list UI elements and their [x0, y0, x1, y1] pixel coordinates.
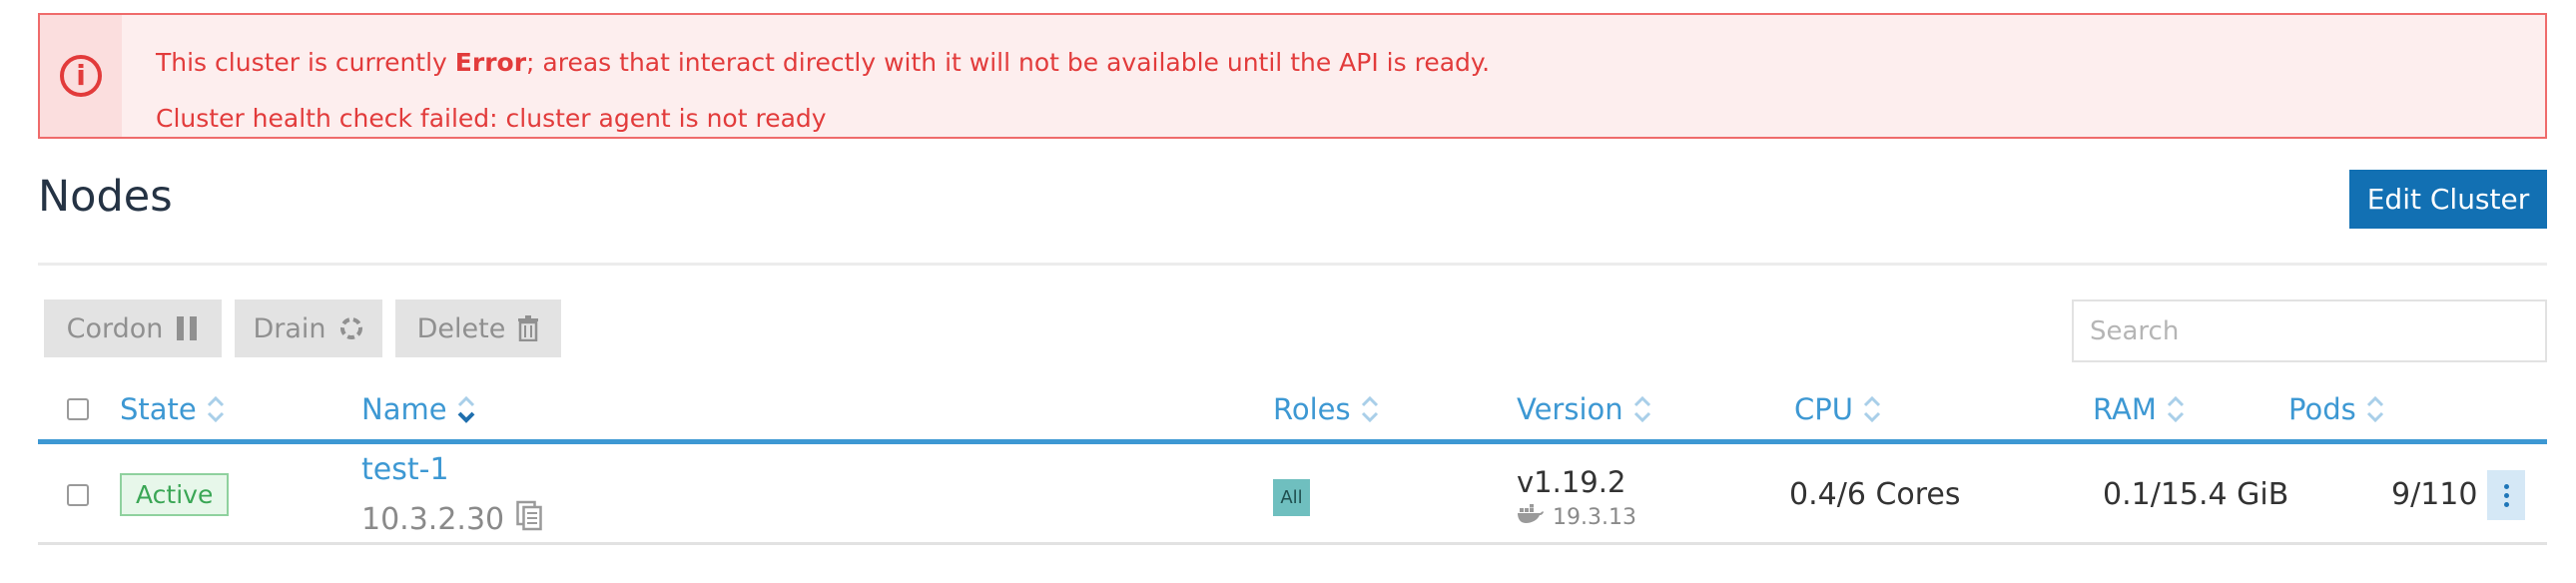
page-title: Nodes [38, 172, 173, 222]
header-divider [38, 263, 2547, 266]
sort-icon [2167, 394, 2185, 424]
column-header-state-label: State [120, 392, 197, 426]
kebab-dot [2503, 492, 2509, 498]
cordon-button[interactable]: Cordon [44, 299, 222, 357]
row-checkbox[interactable] [67, 484, 89, 506]
search-input[interactable] [2072, 299, 2547, 362]
banner-message: This cluster is currently Error; areas t… [122, 15, 1490, 137]
error-banner: i This cluster is currently Error; areas… [38, 13, 2547, 139]
ram-usage: 0.1/15.4 GiB [2103, 477, 2289, 512]
cpu-usage: 0.4/6 Cores [1789, 477, 1961, 512]
sort-icon [2366, 394, 2384, 424]
column-header-state[interactable]: State [120, 389, 225, 429]
trash-icon [517, 315, 539, 341]
cordon-button-label: Cordon [66, 312, 164, 344]
drain-icon [338, 315, 364, 341]
column-header-pods-label: Pods [2288, 392, 2356, 426]
banner-status-state: Error [454, 48, 527, 77]
column-header-name[interactable]: Name [361, 389, 475, 429]
row-divider [38, 542, 2547, 545]
pods-usage: 9/110 [2391, 477, 2478, 512]
sort-icon [1361, 394, 1379, 424]
column-header-version-label: Version [1517, 392, 1623, 426]
kebab-dot [2503, 501, 2509, 507]
delete-button-label: Delete [416, 312, 506, 344]
column-header-roles[interactable]: Roles [1273, 389, 1379, 429]
banner-status-suffix: ; areas that interact directly with it w… [526, 48, 1491, 77]
delete-button[interactable]: Delete [395, 299, 561, 357]
kebab-dot [2503, 483, 2509, 489]
sort-icon [207, 394, 225, 424]
sort-down-icon [457, 394, 475, 424]
banner-status-prefix: This cluster is currently [156, 48, 455, 77]
docker-version: 19.3.13 [1517, 504, 1636, 530]
pause-icon [175, 315, 199, 341]
docker-version-text: 19.3.13 [1553, 504, 1636, 530]
info-circle-icon: i [60, 55, 102, 97]
docker-icon [1517, 504, 1545, 530]
role-badge: All [1273, 479, 1310, 516]
banner-status-line: This cluster is currently Error; areas t… [156, 35, 1490, 91]
drain-button-label: Drain [253, 312, 326, 344]
column-header-version[interactable]: Version [1517, 389, 1651, 429]
select-all-checkbox[interactable] [67, 398, 89, 420]
drain-button[interactable]: Drain [235, 299, 382, 357]
column-header-ram[interactable]: RAM [2093, 389, 2185, 429]
column-header-name-label: Name [361, 392, 447, 426]
banner-icon-box: i [40, 15, 122, 137]
column-header-cpu[interactable]: CPU [1794, 389, 1881, 429]
status-badge: Active [120, 473, 230, 516]
column-header-roles-label: Roles [1273, 392, 1351, 426]
table-header-rule [38, 439, 2547, 444]
banner-health-line: Cluster health check failed: cluster age… [156, 104, 827, 133]
node-ip: 10.3.2.30 [361, 499, 542, 539]
sort-icon [1633, 394, 1651, 424]
node-name-link[interactable]: test-1 [361, 452, 449, 487]
edit-cluster-button[interactable]: Edit Cluster [2349, 170, 2547, 229]
row-actions-button[interactable] [2487, 470, 2525, 520]
node-ip-text: 10.3.2.30 [361, 501, 505, 537]
kubernetes-version: v1.19.2 [1517, 465, 1626, 499]
sort-icon [1863, 394, 1881, 424]
column-header-pods[interactable]: Pods [2288, 389, 2384, 429]
column-header-ram-label: RAM [2093, 392, 2157, 426]
copy-icon[interactable] [516, 499, 542, 539]
column-header-cpu-label: CPU [1794, 392, 1853, 426]
